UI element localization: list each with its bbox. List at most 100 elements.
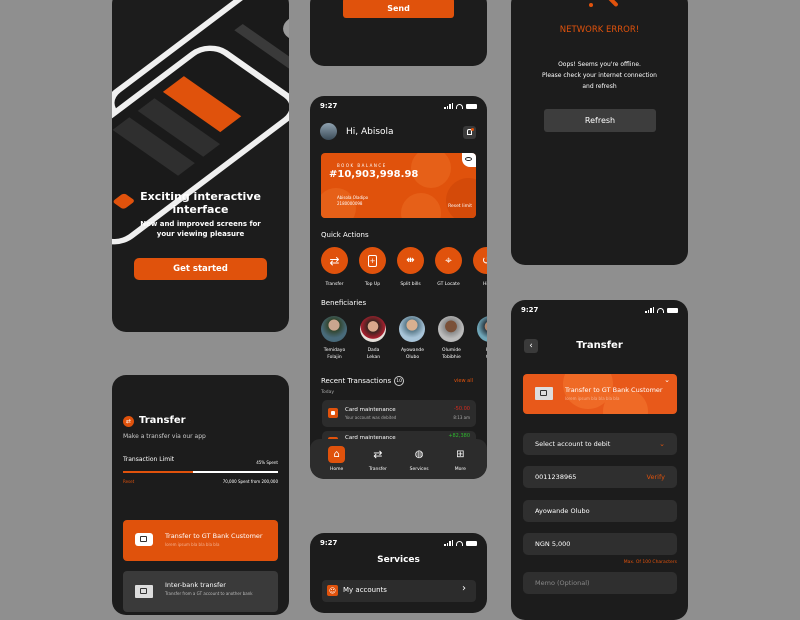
amount-field[interactable]: NGN 5,000 <box>523 533 677 555</box>
transaction-title: Card maintenance <box>345 407 396 413</box>
quick-action-label: Split bills <box>400 282 421 287</box>
nav-home[interactable]: ⌂ Home <box>322 446 352 472</box>
transaction-amount: -50.00 <box>453 406 470 412</box>
wallet-icon <box>535 387 553 400</box>
card-icon <box>328 408 338 418</box>
account-icon: ☺ <box>327 585 338 596</box>
signal-icon <box>444 540 453 546</box>
onboarding-title: Exciting interactive interface <box>140 190 261 216</box>
beneficiary-avatar <box>438 316 464 342</box>
option-inter-bank-transfer[interactable]: Inter-bank transfer Transfer from a GT a… <box>123 571 278 612</box>
nav-transfer[interactable]: ⇄ Transfer <box>363 446 393 472</box>
beneficiary-avatar <box>477 316 487 342</box>
wifi-icon <box>657 307 664 313</box>
get-started-button[interactable]: Get started <box>134 258 267 280</box>
beneficiary-avatar <box>360 316 386 342</box>
option-subtitle: lorem ipsum bla bla bla bla <box>165 542 220 547</box>
debit-account-select[interactable]: Select account to debit ⌄ <box>523 433 677 455</box>
account-number-field[interactable]: 0011238965 Verify <box>523 466 677 488</box>
subtitle-line: your viewing pleasure <box>156 230 245 238</box>
reset-limit-link[interactable]: Reset limit <box>448 204 472 209</box>
history-icon: ↺ <box>473 247 487 274</box>
memo-placeholder: Memo (Optional) <box>535 579 590 587</box>
option-gt-bank-transfer[interactable]: Transfer to GT Bank Customer lorem ipsum… <box>123 520 278 561</box>
wallet-icon <box>135 585 153 598</box>
transaction-time: 8:13 am <box>453 415 470 420</box>
beneficiary-item[interactable]: Temidayo Folajin <box>321 316 348 361</box>
beneficiary-name: RowOgu <box>477 347 487 361</box>
wallet-icon <box>135 533 153 546</box>
nav-label: Services <box>409 467 429 472</box>
nav-label: Transfer <box>368 467 387 472</box>
beneficiaries-title: Beneficiaries <box>321 299 367 307</box>
amount-value: NGN 5,000 <box>535 540 571 548</box>
nav-services[interactable]: ◍ Services <box>404 446 434 472</box>
quick-actions-list: ⇄ Transfer + Top Up ⇹ Split bills ⌖ GT L… <box>321 247 487 287</box>
account-name-value: Ayowande Olubo <box>535 507 590 515</box>
notifications-button[interactable] <box>463 126 476 139</box>
card-holder: Abisola Oladipo 2180000098 <box>337 195 368 207</box>
selected-type-title: Transfer to GT Bank Customer <box>565 386 663 394</box>
signal-icon <box>645 307 654 313</box>
status-bar: 9:27 <box>521 306 678 314</box>
message-line: Oops! Seems you're offline. <box>558 61 641 68</box>
wifi-icon <box>456 103 463 109</box>
quick-actions-title: Quick Actions <box>321 231 369 239</box>
nav-more[interactable]: ⊞ More <box>445 446 475 472</box>
battery-icon <box>667 307 678 313</box>
quick-action-label: Transfer <box>325 282 344 287</box>
beneficiary-item[interactable]: Olumide Tobibhie <box>438 316 465 361</box>
memo-hint: Max. Of 100 Characters <box>623 560 677 565</box>
hide-balance-button[interactable] <box>462 153 476 167</box>
beneficiary-item[interactable]: RowOgu <box>477 316 487 361</box>
beneficiary-name: Dada Lekan <box>366 348 381 360</box>
reset-link[interactable]: Reset <box>123 479 134 484</box>
bottom-nav: ⌂ Home ⇄ Transfer ◍ Services ⊞ More <box>310 439 487 479</box>
send-button[interactable]: Send <box>343 0 454 18</box>
quick-action-top-up[interactable]: + Top Up <box>359 247 386 287</box>
memo-field[interactable]: Memo (Optional) <box>523 572 677 594</box>
nav-label: Home <box>329 467 344 472</box>
view-all-link[interactable]: view all <box>454 378 473 384</box>
option-title: Inter-bank transfer <box>165 581 226 589</box>
subtitle-line: New and improved screens for <box>140 220 261 228</box>
account-number: 2180000098 <box>337 201 363 206</box>
balance-amount: #10,903,998.98 <box>329 169 419 180</box>
send-screen: Send <box>310 0 487 66</box>
onboarding-subtitle: New and improved screens for your viewin… <box>112 219 289 239</box>
notification-dot <box>471 128 474 131</box>
limit-progress-fill <box>123 471 193 473</box>
beneficiary-name: Olumide Tobibhie <box>442 348 461 360</box>
account-name-field[interactable]: Ayowande Olubo <box>523 500 677 522</box>
transfer-icon: ⇄ <box>373 448 383 461</box>
beneficiary-item[interactable]: Dada Lekan <box>360 316 387 361</box>
quick-action-transfer[interactable]: ⇄ Transfer <box>321 247 348 287</box>
services-title: Services <box>377 555 420 565</box>
transfer-type-selector[interactable]: Transfer to GT Bank Customer lorem ipsum… <box>523 374 677 414</box>
services-screen: 9:27 Services ☺ My accounts › <box>310 533 487 613</box>
recent-transactions-title: Recent Transactions <box>321 377 392 385</box>
battery-icon <box>466 540 477 546</box>
transfer-form-screen: 9:27 ‹ Transfer Transfer to GT Bank Cust… <box>511 300 688 620</box>
transfer-subtitle: Make a transfer via our app <box>123 433 206 440</box>
battery-icon <box>466 103 477 109</box>
transaction-row[interactable]: Card maintenance Your account was debite… <box>322 400 476 427</box>
service-item-my-accounts[interactable]: ☺ My accounts › <box>322 580 476 602</box>
beneficiary-item[interactable]: Ayowande Olubo <box>399 316 426 361</box>
quick-action-history[interactable]: ↺ His <box>473 247 487 287</box>
card-decoration <box>446 178 476 218</box>
chevron-right-icon: › <box>462 583 466 594</box>
refresh-button[interactable]: Refresh <box>544 109 656 132</box>
beneficiary-avatar <box>399 316 425 342</box>
onboarding-screen: Exciting interactive interface New and i… <box>112 0 289 332</box>
top-up-icon: + <box>359 247 386 274</box>
quick-action-split-bills[interactable]: ⇹ Split bills <box>397 247 424 287</box>
verify-button[interactable]: Verify <box>647 473 665 481</box>
transfer-icon: ⇄ <box>123 416 134 427</box>
quick-action-gt-locate[interactable]: ⌖ GT Locate <box>435 247 462 287</box>
balance-card: BOOK BALANCE #10,903,998.98 Abisola Olad… <box>321 153 476 218</box>
chevron-down-icon: ⌄ <box>659 440 665 448</box>
user-avatar[interactable] <box>320 123 337 140</box>
status-bar: 9:27 <box>320 539 477 547</box>
service-label: My accounts <box>343 586 387 594</box>
